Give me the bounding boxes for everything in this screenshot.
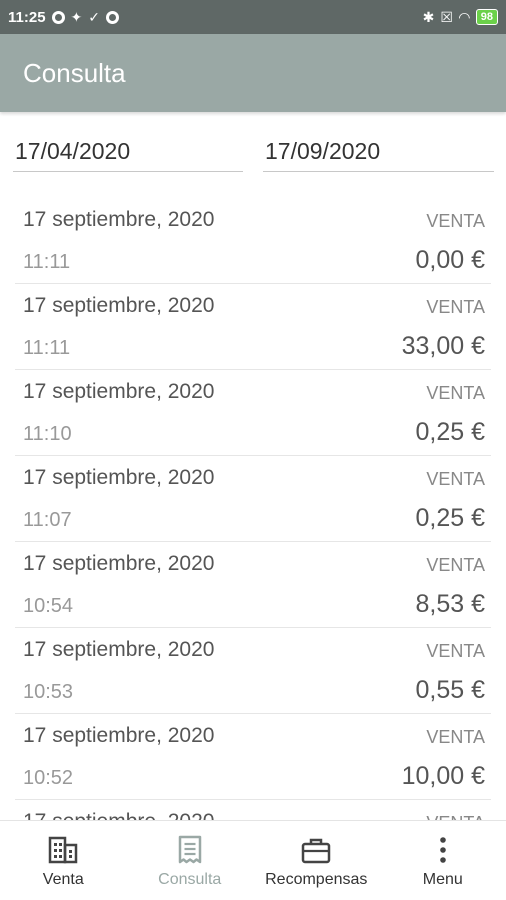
transaction-type: VENTA (426, 211, 485, 231)
page-title: Consulta (23, 57, 126, 88)
transaction-type: VENTA (426, 727, 485, 747)
transaction-amount: 0,55 € (415, 676, 485, 704)
list-item[interactable]: 17 septiembre, 2020 VENTA 10:54 8,53 € (15, 542, 491, 628)
date-from-field[interactable]: 17/04/2020 (13, 128, 243, 172)
nav-label: Venta (42, 871, 84, 888)
list-item[interactable]: 17 septiembre, 2020 VENTA 11:11 33,00 € (15, 284, 491, 370)
transaction-time: 10:54 (23, 595, 74, 617)
notification-icon (51, 10, 65, 24)
list-item[interactable]: 17 septiembre, 2020 VENTA 11:11 0,00 € (15, 198, 491, 284)
status-time: 11:25 (8, 8, 46, 26)
transaction-date: 17 septiembre, 2020 (23, 552, 215, 575)
transaction-amount: 33,00 € (401, 332, 485, 360)
battery-icon: 98 (475, 9, 498, 25)
transaction-type: VENTA (426, 469, 485, 489)
list-item[interactable]: 17 septiembre, 2020 VENTA (15, 800, 491, 820)
transaction-list[interactable]: 17 septiembre, 2020 VENTA 11:11 0,00 € 1… (0, 198, 506, 820)
transaction-type: VENTA (426, 383, 485, 403)
transaction-time: 11:10 (23, 423, 72, 445)
transaction-amount: 0,25 € (415, 418, 485, 446)
teams-icon: ✦ (70, 9, 83, 25)
transaction-amount: 0,00 € (415, 246, 485, 274)
date-range-filter: 17/04/2020 17/09/2020 (0, 128, 506, 174)
nav-item-recompensas[interactable]: Recompensas (253, 821, 380, 900)
date-to-field[interactable]: 17/09/2020 (263, 128, 494, 172)
building-icon (48, 835, 78, 865)
list-item[interactable]: 17 septiembre, 2020 VENTA 11:10 0,25 € (15, 370, 491, 456)
transaction-time: 11:11 (23, 337, 71, 359)
app-bar: Consulta (0, 34, 506, 112)
nav-item-consulta[interactable]: Consulta (127, 821, 254, 900)
transaction-amount: 0,25 € (415, 504, 485, 532)
nav-label: Menu (422, 871, 463, 888)
wifi-icon: ◠ (458, 9, 470, 25)
transaction-time: 11:11 (23, 251, 71, 273)
transaction-type: VENTA (426, 555, 485, 575)
nav-item-menu[interactable]: Menu (380, 821, 506, 900)
transaction-time: 10:52 (23, 767, 74, 789)
nav-label: Recompensas (265, 871, 368, 888)
receipt-icon (177, 835, 203, 865)
list-item[interactable]: 17 septiembre, 2020 VENTA 10:52 10,00 € (15, 714, 491, 800)
transaction-date: 17 septiembre, 2020 (23, 294, 215, 317)
check-icon: ✓ (88, 9, 101, 25)
transaction-type: VENTA (426, 813, 485, 820)
transaction-amount: 8,53 € (415, 590, 485, 618)
bluetooth-icon: ✱ (422, 9, 435, 25)
notification-icon-2 (106, 10, 120, 24)
nav-label: Consulta (158, 871, 222, 888)
status-bar: 11:25 ✦ ✓ ✱ ☒ ◠ 98 (0, 0, 506, 34)
transaction-date: 17 septiembre, 2020 (23, 466, 215, 489)
sim-icon: ☒ (440, 9, 453, 25)
transaction-date: 17 septiembre, 2020 (23, 810, 214, 820)
nav-item-venta[interactable]: Venta (0, 821, 127, 900)
transaction-amount: 10,00 € (401, 762, 485, 790)
transaction-date: 17 septiembre, 2020 (23, 638, 215, 661)
transaction-date: 17 septiembre, 2020 (23, 208, 215, 231)
bottom-nav: Venta Consulta Recompensas Menu (0, 820, 506, 900)
transaction-type: VENTA (426, 297, 485, 317)
briefcase-icon (301, 835, 331, 865)
more-vertical-icon (438, 835, 448, 865)
transaction-time: 10:53 (23, 681, 74, 703)
list-item[interactable]: 17 septiembre, 2020 VENTA 10:53 0,55 € (15, 628, 491, 714)
transaction-date: 17 septiembre, 2020 (23, 724, 215, 747)
transaction-date: 17 septiembre, 2020 (23, 380, 215, 403)
list-item[interactable]: 17 septiembre, 2020 VENTA 11:07 0,25 € (15, 456, 491, 542)
transaction-type: VENTA (426, 641, 485, 661)
transaction-time: 11:07 (23, 509, 72, 531)
